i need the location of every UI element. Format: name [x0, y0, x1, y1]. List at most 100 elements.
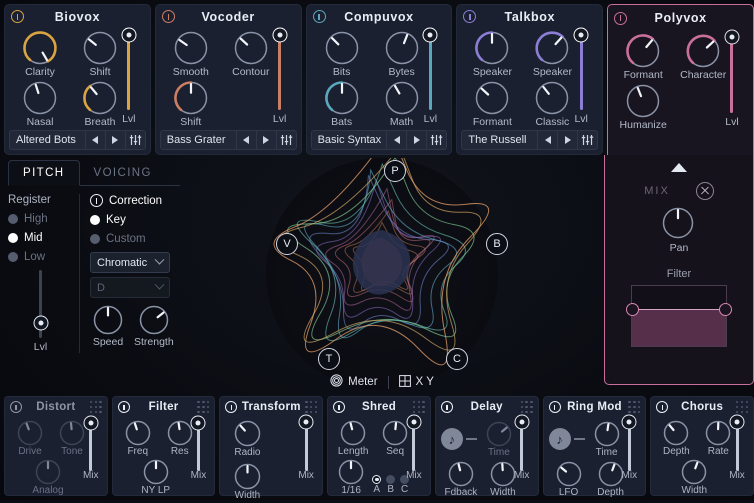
knob-length-3[interactable]: Length [333, 419, 373, 457]
pitch-level-handle[interactable] [33, 316, 48, 331]
knob-analog-0[interactable]: Analog [24, 458, 72, 496]
knob-nasal-0[interactable]: Nasal [14, 80, 66, 128]
preset-bar[interactable]: Basic Syntax [311, 130, 448, 150]
knob-depth-6[interactable]: Depth [656, 419, 696, 457]
knob-formant-4[interactable]: Formant [617, 33, 669, 81]
voice-module-vocoder[interactable]: Vocoder Smooth Contour Shift Lvl Bass Gr… [155, 4, 302, 155]
fx-module-chorus[interactable]: Chorus Depth Rate Width Mix [650, 396, 754, 496]
knob-formant-3[interactable]: Formant [466, 80, 518, 128]
note-sync-icon[interactable]: ♪ [441, 428, 463, 450]
knob-freq-1[interactable]: Freq [118, 419, 158, 457]
viz-control-meter[interactable]: Meter [330, 374, 377, 390]
fx-mix-fader[interactable]: Mix [724, 419, 750, 481]
note-sync-icon[interactable]: ♪ [549, 428, 571, 450]
preset-bar[interactable]: Bass Grater [160, 130, 297, 150]
morph-node-T[interactable]: T [318, 348, 340, 370]
preset-next-button[interactable] [406, 131, 426, 149]
correction-toggle[interactable]: Correction [90, 194, 174, 207]
knob-bats-2[interactable]: Bats [316, 80, 368, 128]
preset-settings-icon[interactable] [276, 131, 296, 149]
fx-mix-fader[interactable]: Mix [616, 419, 642, 481]
fx-module-shred[interactable]: Shred Length Seq 1/16 A [327, 396, 431, 496]
knob-lfo-5[interactable]: LFO [549, 460, 589, 498]
preset-settings-icon[interactable] [577, 131, 597, 149]
fx-mix-fader[interactable]: Mix [293, 419, 319, 481]
knob-smooth-1[interactable]: Smooth [165, 30, 217, 78]
fx-module-transform[interactable]: Transform Radio Width Mix [219, 396, 323, 496]
pitch-level-control[interactable]: Lvl [8, 270, 73, 353]
morph-node-C[interactable]: C [446, 348, 468, 370]
module-level-fader[interactable]: Lvl [265, 32, 295, 125]
module-level-fader[interactable]: Lvl [566, 32, 596, 125]
knob-humanize-4[interactable]: Humanize [617, 83, 669, 131]
module-level-fader[interactable]: Lvl [415, 32, 445, 125]
power-icon[interactable] [441, 401, 453, 413]
filter-graph[interactable] [631, 285, 727, 347]
power-icon[interactable] [333, 401, 345, 413]
preset-prev-button[interactable] [537, 131, 557, 149]
morph-node-P[interactable]: P [384, 160, 406, 182]
knob-nylp-1[interactable]: NY LP [132, 458, 180, 496]
preset-settings-icon[interactable] [125, 131, 145, 149]
register-option-mid[interactable]: Mid [8, 232, 73, 244]
power-icon[interactable] [656, 401, 668, 413]
knob-shift-1[interactable]: Shift [165, 80, 217, 128]
close-icon[interactable] [696, 182, 714, 200]
power-icon[interactable] [90, 194, 103, 207]
fx-mix-fader[interactable]: Mix [401, 419, 427, 481]
fx-module-delay[interactable]: Delay ♪ Time Fdback Width [435, 396, 539, 496]
knob-drive-0[interactable]: Drive [10, 419, 50, 457]
knob-width-2[interactable]: Width [225, 462, 269, 501]
filter-handle-low[interactable] [626, 303, 639, 316]
preset-bar[interactable]: Altered Bots [9, 130, 146, 150]
power-icon[interactable] [313, 10, 326, 23]
knob-radio-2[interactable]: Radio [225, 419, 269, 458]
preset-prev-button[interactable] [386, 131, 406, 149]
knob-bits-2[interactable]: Bits [316, 30, 368, 78]
morph-node-B[interactable]: B [486, 233, 508, 255]
knob-width-6[interactable]: Width [670, 458, 718, 496]
knob-fdback-4[interactable]: Fdback [441, 460, 481, 498]
fx-module-filter[interactable]: Filter Freq Res NY LP Mix [112, 396, 216, 496]
preset-prev-button[interactable] [236, 131, 256, 149]
knob-speed[interactable]: Speed [92, 304, 124, 348]
drag-handle-icon[interactable] [413, 401, 425, 413]
morph-visualizer[interactable]: P B C T V Meter X Y [232, 158, 532, 390]
shred-option-a[interactable]: A [372, 475, 381, 495]
pitch-level-slider[interactable] [39, 270, 42, 338]
correction-option-key[interactable]: Key [90, 214, 174, 226]
tab-pitch[interactable]: PITCH [8, 160, 80, 186]
module-level-fader[interactable]: Lvl [717, 35, 747, 128]
preset-next-button[interactable] [105, 131, 125, 149]
drag-handle-icon[interactable] [197, 401, 209, 413]
register-option-low[interactable]: Low [8, 251, 73, 263]
voice-module-compuvox[interactable]: Compuvox Bits Bytes Bats Math [306, 4, 453, 155]
shred-option-b[interactable]: B [386, 475, 395, 495]
preset-bar[interactable]: The Russell [461, 130, 598, 150]
fx-module-ring-mod[interactable]: Ring Mod ♪ Time LFO Depth [543, 396, 647, 496]
power-icon[interactable] [549, 401, 561, 413]
drag-handle-icon[interactable] [305, 401, 317, 413]
drag-handle-icon[interactable] [628, 401, 640, 413]
knob-strength[interactable]: Strength [134, 304, 174, 348]
voice-module-polyvox[interactable]: Polyvox Formant Character Humanize Lvl [607, 4, 754, 155]
fx-module-distort[interactable]: Distort Drive Tone Analog Mix [4, 396, 108, 496]
module-level-fader[interactable]: Lvl [114, 32, 144, 125]
triangle-up-icon[interactable] [671, 163, 687, 172]
knob-clarity-0[interactable]: Clarity [14, 30, 66, 78]
viz-control-xy[interactable]: X Y [399, 375, 434, 390]
power-icon[interactable] [225, 401, 237, 413]
power-icon[interactable] [11, 10, 24, 23]
power-icon[interactable] [162, 10, 175, 23]
register-option-high[interactable]: High [8, 213, 73, 225]
knob-rate-3[interactable]: 1/16 [333, 458, 369, 496]
fx-mix-fader[interactable]: Mix [509, 419, 535, 481]
fx-mix-fader[interactable]: Mix [185, 419, 211, 481]
correction-option-custom[interactable]: Custom [90, 233, 174, 245]
knob-speaker-3[interactable]: Speaker [466, 30, 518, 78]
morph-node-V[interactable]: V [276, 233, 298, 255]
fx-mix-fader[interactable]: Mix [78, 419, 104, 481]
filter-handle-high[interactable] [719, 303, 732, 316]
drag-handle-icon[interactable] [736, 401, 748, 413]
scale-select[interactable]: Chromatic [90, 252, 170, 273]
